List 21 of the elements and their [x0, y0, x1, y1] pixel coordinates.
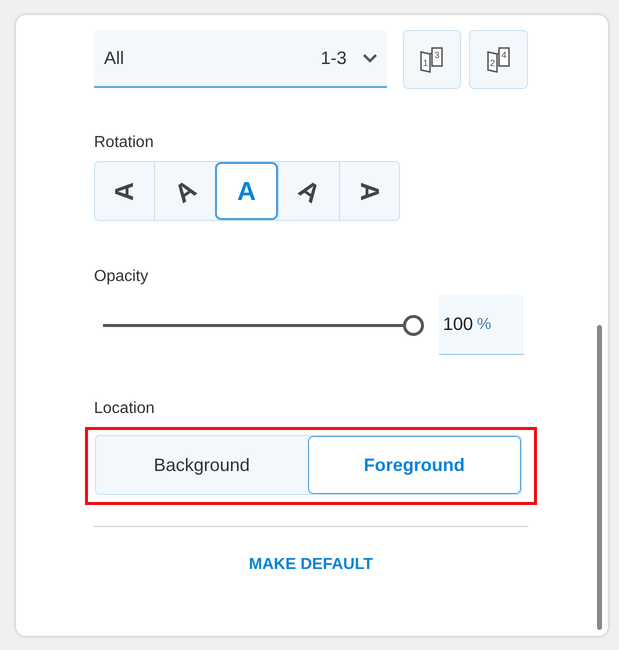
page-range-text: 1-3	[320, 46, 347, 70]
select-value: All	[104, 46, 126, 70]
location-option[interactable]: Foreground	[308, 436, 521, 494]
section-label: Opacity	[94, 267, 150, 287]
chevron-down-icon	[362, 54, 377, 62]
page-order-button[interactable]: 1 3	[402, 30, 462, 89]
page-order-button[interactable]: 2 4	[469, 30, 528, 89]
page-range-select[interactable]: All 1-3	[94, 30, 387, 88]
scrollbar[interactable]	[597, 325, 602, 630]
rotation-option[interactable]: A	[214, 162, 278, 220]
section-label: Rotation	[94, 133, 155, 153]
rotation-option[interactable]: A	[338, 162, 400, 220]
opacity-input[interactable]: 100 %	[439, 295, 524, 355]
section-label: Location	[94, 399, 156, 419]
make-default-button[interactable]: MAKE DEFAULT	[242, 552, 380, 578]
slider-thumb[interactable]	[403, 314, 424, 336]
location-option[interactable]: Background	[96, 436, 308, 494]
rotation-option[interactable]: A	[278, 162, 339, 220]
unit-label: %	[477, 314, 492, 334]
opacity-value: 100	[443, 313, 474, 336]
rotation-option[interactable]: A	[95, 162, 154, 220]
